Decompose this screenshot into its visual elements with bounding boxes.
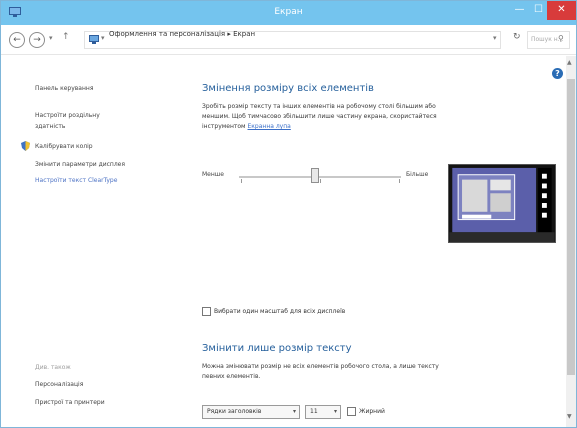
element-select-value: Рядки заголовків xyxy=(207,408,262,415)
sidebar-devices-printers[interactable]: Пристрої та принтери xyxy=(35,399,105,406)
recent-locations-chevron-icon[interactable]: ▾ xyxy=(49,34,53,42)
slider-tick xyxy=(241,179,242,183)
scrollbar-thumb[interactable] xyxy=(567,79,575,375)
chevron-down-icon: ▾ xyxy=(333,408,337,415)
change-all-items-heading: Змінення розміру всіх елементів xyxy=(202,83,374,94)
element-select[interactable]: Рядки заголовків ▾ xyxy=(202,405,300,419)
close-icon[interactable]: ✕ xyxy=(547,1,576,20)
up-button[interactable]: ↑ xyxy=(62,32,70,42)
change-text-size-heading: Змінити лише розмір тексту xyxy=(202,343,352,354)
slider-tick xyxy=(399,179,400,183)
forward-button[interactable]: → xyxy=(29,32,45,48)
one-scale-checkbox-label: Вибрати один масштаб для всіх дисплеїв xyxy=(214,308,346,315)
search-icon[interactable]: ⚲ xyxy=(558,34,564,43)
address-chevron-icon[interactable]: ▾ xyxy=(101,34,105,42)
breadcrumb-appearance[interactable]: Оформлення та персоналізація xyxy=(109,30,225,38)
one-scale-checkbox[interactable] xyxy=(202,307,211,316)
bold-checkbox-label: Жирний xyxy=(359,408,385,415)
description-line-3: інструментом Екранна лупа xyxy=(202,122,291,132)
description-line-1: Зробіть розмір тексту та інших елементів… xyxy=(202,103,436,110)
maximize-icon[interactable]: ☐ xyxy=(529,1,548,20)
sidebar-calibrate-color[interactable]: Калібрувати колір xyxy=(35,143,93,150)
size-slider-track[interactable] xyxy=(239,176,401,178)
breadcrumb: Оформлення та персоналізація ▸ Екран xyxy=(109,30,255,38)
window: Екран — ☐ ✕ ← → ▾ ↑ ▾ Оформлення та перс… xyxy=(0,0,577,428)
magnifier-link[interactable]: Екранна лупа xyxy=(248,123,291,130)
sidebar-adjust-resolution[interactable]: Настроїти роздільну xyxy=(35,112,100,119)
scroll-up-icon[interactable]: ▲ xyxy=(567,59,572,66)
sidebar-adjust-resolution-line2[interactable]: здатність xyxy=(35,123,65,130)
bold-checkbox[interactable] xyxy=(347,407,356,416)
font-size-select-value: 11 xyxy=(310,408,318,415)
scroll-down-icon[interactable]: ▼ xyxy=(567,413,572,420)
sidebar-control-panel-home[interactable]: Панель керування xyxy=(35,85,93,92)
title-bar[interactable]: Екран — ☐ ✕ xyxy=(1,1,576,25)
chevron-down-icon: ▾ xyxy=(292,408,296,415)
window-title: Екран xyxy=(274,7,303,17)
slider-max-label: Більше xyxy=(406,171,429,178)
breadcrumb-display[interactable]: Екран xyxy=(233,30,255,38)
see-also-heading: Див. також xyxy=(35,364,71,371)
text-size-description-line-2: певних елементів. xyxy=(202,373,261,380)
address-dropdown-icon[interactable]: ▾ xyxy=(493,34,497,42)
sidebar-personalization[interactable]: Персоналізація xyxy=(35,381,83,388)
refresh-icon[interactable]: ↻ xyxy=(513,32,521,42)
sidebar-change-display-settings[interactable]: Змінити параметри дисплея xyxy=(35,161,125,168)
slider-min-label: Менше xyxy=(202,171,224,178)
slider-tick xyxy=(320,179,321,183)
text-size-description-line-1: Можна змінювати розмір не всіх елементів… xyxy=(202,363,439,370)
description-line-2: меншим. Щоб тимчасово збільшити лише час… xyxy=(202,113,437,120)
description-line-3-text: інструментом xyxy=(202,123,246,130)
navigation-bar: ← → ▾ ↑ ▾ Оформлення та персоналізація ▸… xyxy=(1,25,576,55)
control-panel-icon xyxy=(89,35,99,44)
display-preview-image xyxy=(448,164,556,243)
back-button[interactable]: ← xyxy=(9,32,25,48)
minimize-icon[interactable]: — xyxy=(510,1,529,20)
size-slider-thumb[interactable] xyxy=(311,168,319,183)
shield-icon xyxy=(21,141,30,151)
help-icon[interactable]: ? xyxy=(552,68,563,79)
sidebar-adjust-cleartype[interactable]: Настроїти текст ClearType xyxy=(35,177,117,184)
font-size-select[interactable]: 11 ▾ xyxy=(305,405,341,419)
